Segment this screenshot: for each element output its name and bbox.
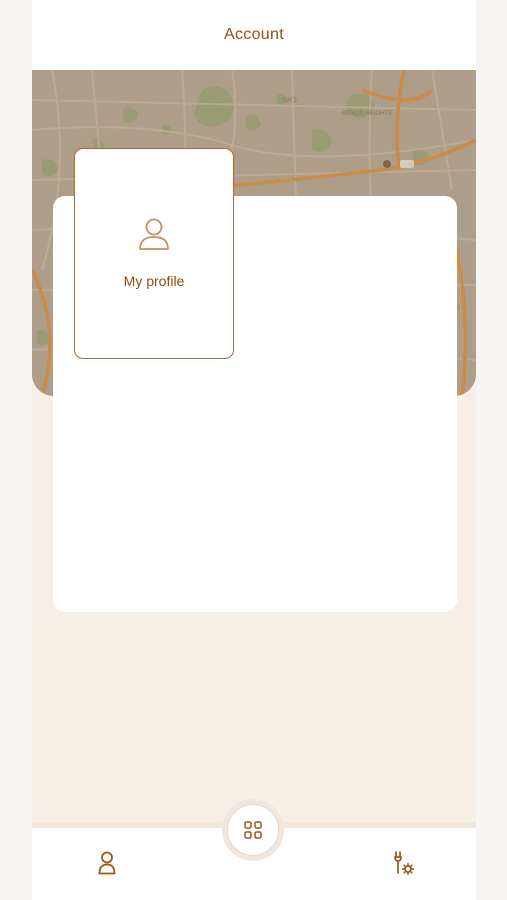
wrench-gear-icon <box>394 851 415 876</box>
app-screen: Account BERLIN HEIGHTS SW 3 My profile <box>32 0 476 900</box>
my-profile-label: My profile <box>123 273 185 289</box>
nav-settings-button[interactable] <box>386 846 420 880</box>
grid-icon <box>244 821 262 839</box>
nav-account-button[interactable] <box>90 846 124 880</box>
left-margin <box>0 0 32 900</box>
my-profile-tile[interactable]: My profile <box>74 148 234 359</box>
menu-grid-button[interactable] <box>227 804 279 856</box>
center-button-ring <box>222 799 284 861</box>
top-header: Account <box>32 0 476 70</box>
right-margin <box>476 0 507 900</box>
user-icon <box>139 218 169 250</box>
page-title: Account <box>224 26 284 43</box>
person-icon <box>98 851 116 875</box>
